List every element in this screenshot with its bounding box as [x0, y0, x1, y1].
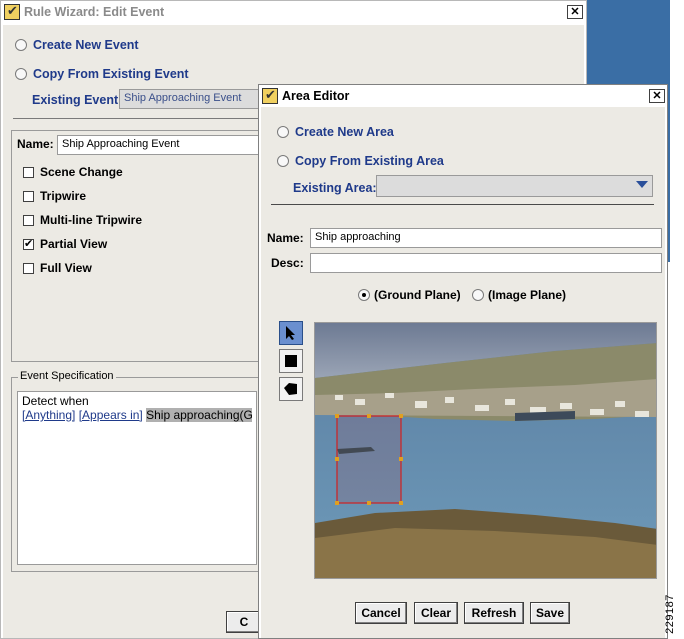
app-icon — [262, 87, 278, 104]
spec-token-area[interactable]: Ship approaching(G — [146, 408, 252, 422]
event-specification-box: Detect when [Anything] [Appears in] Ship… — [17, 391, 257, 565]
event-name-row: Name: — [17, 137, 54, 151]
create-new-event-option[interactable]: Create New Event — [15, 38, 139, 52]
checkbox-partial-view[interactable]: Partial View — [23, 237, 107, 251]
area-name-field[interactable]: Ship approaching — [310, 228, 662, 248]
figure-code-label: 229187 — [663, 594, 676, 634]
rule-wizard-title: Rule Wizard: Edit Event — [24, 5, 165, 19]
rule-wizard-titlebar[interactable]: Rule Wizard: Edit Event ✕ — [1, 1, 586, 23]
existing-area-dropdown[interactable] — [376, 175, 653, 197]
divider — [13, 118, 259, 119]
cancel-button[interactable]: Cancel — [355, 602, 407, 624]
image-plane-option[interactable]: (Image Plane) — [472, 288, 566, 302]
existing-area-label: Existing Area: — [293, 181, 377, 195]
area-desc-row: Desc: — [271, 256, 304, 270]
existing-event-label: Existing Event: — [32, 93, 123, 107]
checkbox-label: Full View — [40, 261, 92, 275]
checkbox-icon[interactable] — [23, 190, 34, 202]
ground-plane-option[interactable]: (Ground Plane) — [358, 288, 461, 302]
existing-event-dropdown[interactable]: Ship Approaching Event — [119, 89, 259, 109]
checkbox-tripwire[interactable]: Tripwire — [23, 189, 86, 203]
harbor-scene-image — [315, 323, 656, 578]
clear-button[interactable]: Clear — [414, 602, 458, 624]
selection-rectangle[interactable] — [336, 415, 402, 504]
checkbox-icon[interactable] — [23, 262, 34, 274]
rectangle-icon — [285, 355, 297, 367]
radio-icon[interactable] — [472, 289, 484, 301]
create-new-area-label: Create New Area — [295, 125, 394, 139]
copy-existing-event-label: Copy From Existing Event — [33, 67, 189, 81]
radio-icon[interactable] — [15, 39, 27, 51]
spec-token-anything[interactable]: [Anything] — [22, 408, 75, 422]
close-icon[interactable]: ✕ — [567, 5, 583, 19]
radio-icon[interactable] — [15, 68, 27, 80]
polygon-icon — [284, 383, 297, 395]
figure-code: 229187 — [663, 594, 684, 636]
copy-existing-event-option[interactable]: Copy From Existing Event — [15, 67, 189, 81]
name-label: Name: — [17, 137, 54, 151]
close-icon[interactable]: ✕ — [649, 89, 665, 103]
copy-existing-area-option[interactable]: Copy From Existing Area — [277, 154, 444, 168]
checkbox-icon[interactable] — [23, 214, 34, 226]
checkbox-label: Multi-line Tripwire — [40, 213, 143, 227]
area-name-row: Name: — [267, 231, 304, 245]
area-desc-field[interactable] — [310, 253, 662, 273]
partial-button[interactable]: C — [226, 611, 262, 633]
checkbox-multi-line-tripwire[interactable]: Multi-line Tripwire — [23, 213, 142, 227]
image-plane-label: (Image Plane) — [488, 288, 567, 302]
checkbox-full-view[interactable]: Full View — [23, 261, 92, 275]
radio-icon[interactable] — [277, 155, 289, 167]
app-icon — [4, 3, 20, 20]
area-editor-titlebar[interactable]: Area Editor ✕ — [259, 85, 667, 107]
checkbox-icon[interactable] — [23, 166, 34, 178]
scene-canvas[interactable] — [314, 322, 657, 579]
pointer-tool-button[interactable] — [279, 321, 303, 345]
existing-area-row: Existing Area: — [293, 181, 377, 195]
name-label: Name: — [267, 231, 304, 245]
checkbox-label: Tripwire — [40, 189, 87, 203]
checkbox-label: Partial View — [40, 237, 108, 251]
create-new-event-label: Create New Event — [33, 38, 139, 52]
pointer-icon — [286, 326, 295, 340]
refresh-button[interactable]: Refresh — [464, 602, 524, 624]
copy-existing-area-label: Copy From Existing Area — [295, 154, 444, 168]
event-name-field[interactable]: Ship Approaching Event — [57, 135, 259, 155]
chevron-down-icon[interactable] — [636, 181, 648, 188]
checkbox-label: Scene Change — [40, 165, 123, 179]
polygon-tool-button[interactable] — [279, 377, 303, 401]
event-specification-label: Event Specification — [18, 370, 116, 382]
ground-plane-label: (Ground Plane) — [374, 288, 461, 302]
checkbox-scene-change[interactable]: Scene Change — [23, 165, 123, 179]
save-button[interactable]: Save — [530, 602, 570, 624]
divider — [271, 204, 654, 205]
checkbox-icon[interactable] — [23, 237, 34, 250]
existing-event-row: Existing Event: — [32, 93, 122, 107]
radio-icon[interactable] — [358, 289, 370, 301]
radio-icon[interactable] — [277, 126, 289, 138]
desc-label: Desc: — [271, 256, 304, 270]
spec-token-appears-in[interactable]: [Appears in] — [79, 408, 143, 422]
rectangle-tool-button[interactable] — [279, 349, 303, 373]
spec-line: Detect when — [22, 394, 89, 408]
create-new-area-option[interactable]: Create New Area — [277, 125, 394, 139]
area-editor-title: Area Editor — [282, 89, 350, 103]
